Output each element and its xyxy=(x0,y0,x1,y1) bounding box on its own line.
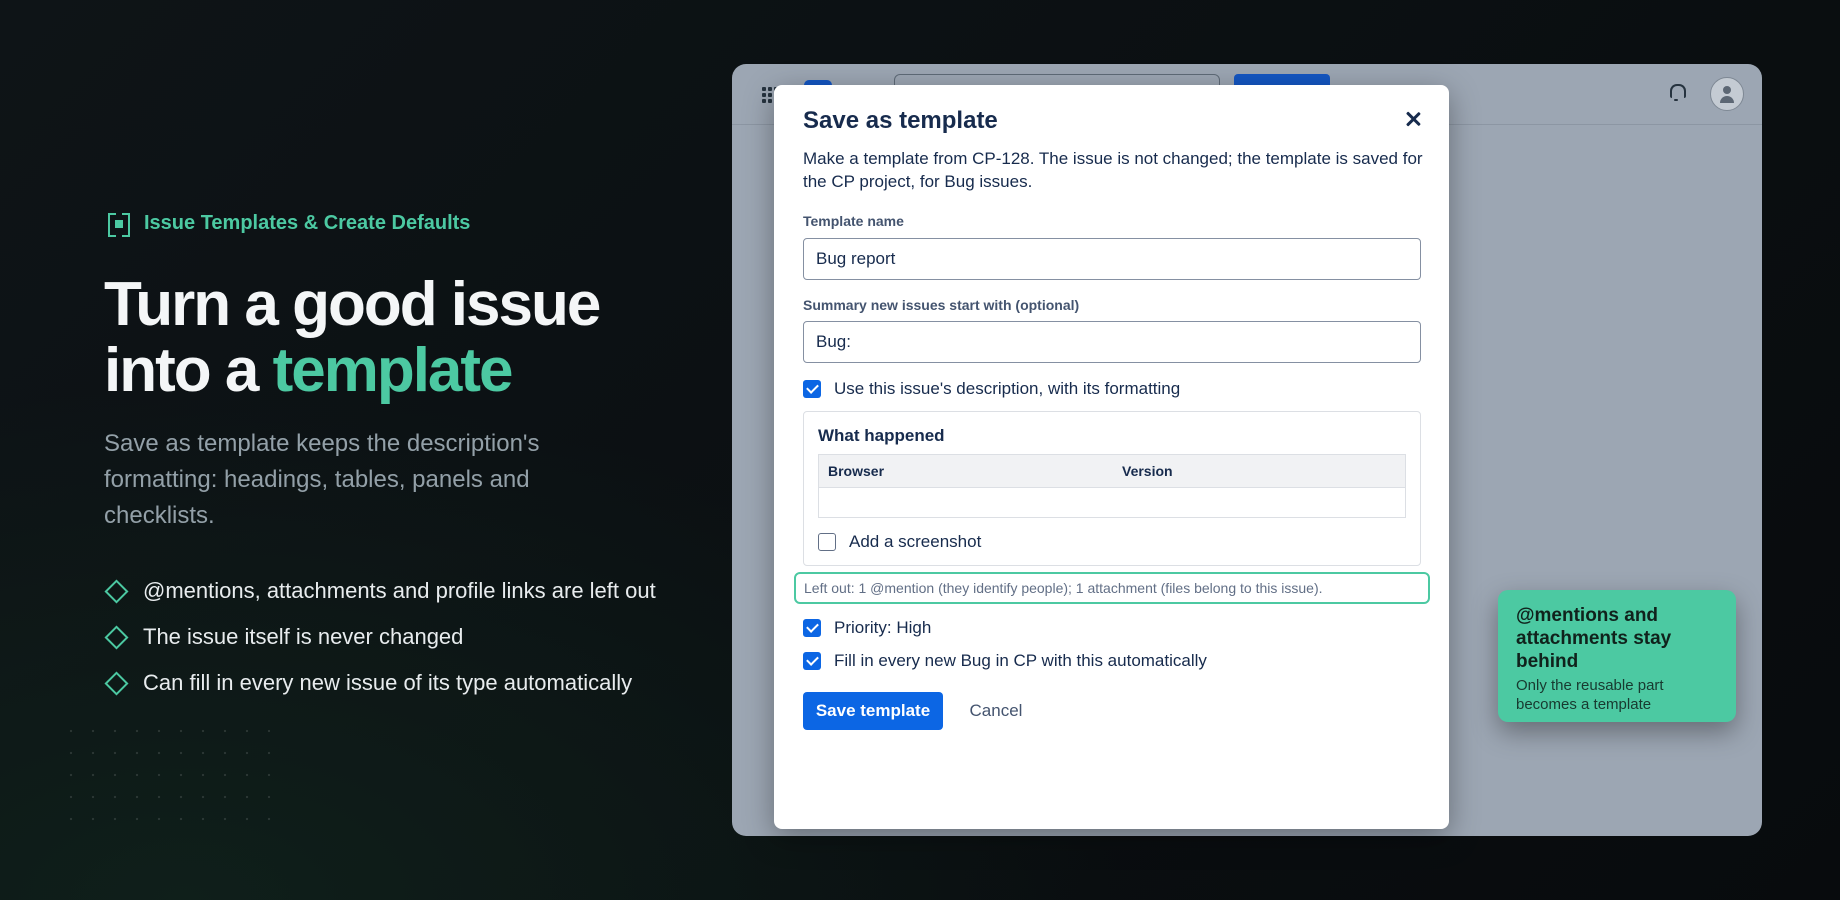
bell-icon[interactable] xyxy=(1670,84,1686,101)
cancel-button[interactable]: Cancel xyxy=(956,692,1036,730)
autofill-checkbox-row[interactable]: Fill in every new Bug in CP with this au… xyxy=(803,651,1207,671)
save-template-dialog: Save as template Make a template from CP… xyxy=(774,85,1449,829)
feature-item: Can fill in every new issue of its type … xyxy=(104,660,656,706)
screenshot-checkbox-label: Add a screenshot xyxy=(849,532,982,551)
avatar[interactable] xyxy=(1710,77,1744,111)
hero-title-line1: Turn a good issue xyxy=(104,270,601,339)
eyebrow: Issue Templates & Create Defaults xyxy=(108,212,471,237)
left-out-notice: Left out: 1 @mention (they identify peop… xyxy=(794,572,1430,604)
feature-list: @mentions, attachments and profile links… xyxy=(104,568,656,706)
callout-title: @mentions and attachments stay behind xyxy=(1516,605,1672,672)
priority-checkbox-row[interactable]: Priority: High xyxy=(803,618,931,638)
autofill-checkbox[interactable] xyxy=(803,652,821,670)
template-name-input[interactable] xyxy=(803,238,1421,280)
table-header-cell: Version xyxy=(1122,463,1173,479)
diamond-icon xyxy=(104,578,129,604)
save-template-button[interactable]: Save template xyxy=(803,692,943,730)
hero-title-accent: template xyxy=(272,336,514,405)
screenshot-checkbox[interactable] xyxy=(818,533,836,551)
template-bracket-icon xyxy=(108,212,130,237)
preview-heading: What happened xyxy=(818,426,945,445)
hero-title-line2: into a xyxy=(104,336,273,405)
dialog-description: Make a template from CP-128. The issue i… xyxy=(803,149,1423,191)
dialog-title: Save as template xyxy=(803,107,998,134)
priority-label: Priority: High xyxy=(834,618,932,637)
template-name-label: Template name xyxy=(803,213,904,229)
feature-text: @mentions, attachments and profile links… xyxy=(143,578,656,603)
check-icon xyxy=(805,381,819,394)
feature-text: Can fill in every new issue of its type … xyxy=(143,670,633,695)
description-preview: What happened Browser Version Add a scre… xyxy=(803,411,1421,566)
callout-card: @mentions and attachments stay behind On… xyxy=(1498,590,1736,722)
check-icon xyxy=(805,653,819,666)
hero-title: Turn a good issue into a template xyxy=(104,270,601,405)
summary-label: Summary new issues start with (optional) xyxy=(803,297,1080,313)
hero-description: Save as template keeps the description's… xyxy=(104,430,540,529)
summary-input[interactable] xyxy=(803,321,1421,363)
close-icon xyxy=(1406,112,1420,126)
feature-item: @mentions, attachments and profile links… xyxy=(104,568,656,614)
dot-grid-decoration xyxy=(60,720,280,830)
use-description-checkbox-row[interactable]: Use this issue's description, with its f… xyxy=(803,379,1180,399)
table-header-cell: Browser xyxy=(828,463,885,479)
feature-text: The issue itself is never changed xyxy=(143,624,464,649)
diamond-icon xyxy=(104,624,129,650)
feature-item: The issue itself is never changed xyxy=(104,614,656,660)
autofill-label: Fill in every new Bug in CP with this au… xyxy=(834,651,1207,670)
callout-subtitle: Only the reusable part becomes a templat… xyxy=(1516,677,1664,713)
diamond-icon xyxy=(104,670,129,696)
eyebrow-label: Issue Templates & Create Defaults xyxy=(144,212,471,234)
close-button[interactable] xyxy=(1401,107,1425,131)
priority-checkbox[interactable] xyxy=(803,619,821,637)
preview-table-header: Browser Version xyxy=(819,455,1405,488)
use-description-label: Use this issue's description, with its f… xyxy=(834,379,1181,398)
check-icon xyxy=(805,620,819,633)
screenshot-checklist-item[interactable]: Add a screenshot xyxy=(818,532,981,552)
use-description-checkbox[interactable] xyxy=(803,380,821,398)
preview-table: Browser Version xyxy=(818,454,1406,518)
